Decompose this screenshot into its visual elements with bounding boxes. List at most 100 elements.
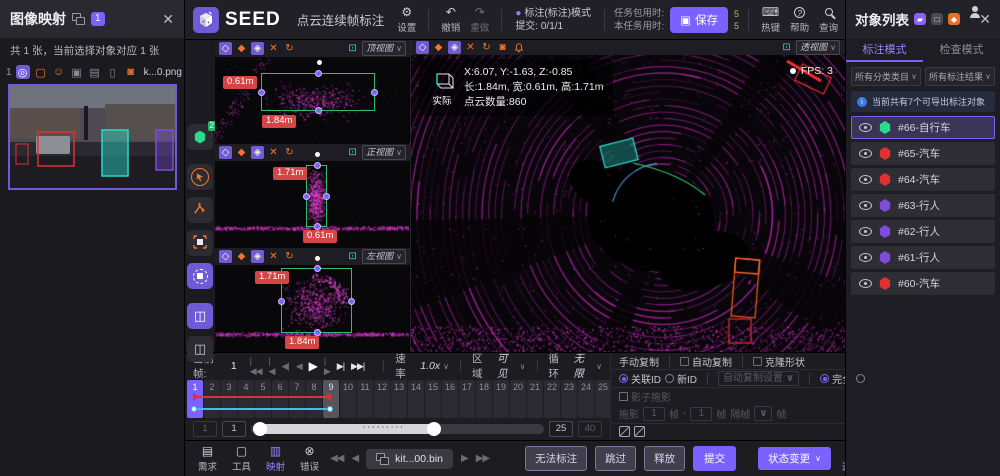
smiley-icon[interactable]: ☺ [52, 65, 66, 79]
frame-cell[interactable]: 2 [204, 380, 220, 418]
folder-icon[interactable]: ▰ [914, 13, 926, 25]
visibility-eye-icon[interactable] [859, 123, 872, 132]
errors-button[interactable]: ⊗ 错误 [297, 445, 322, 473]
interval-select[interactable]: ∨ [754, 406, 772, 421]
redo-button[interactable]: ↷ 重做 [467, 6, 492, 34]
checkbox-icon[interactable]: ▣ [70, 65, 84, 79]
rotate-view-icon[interactable]: ↻ [283, 250, 296, 263]
tab-check-mode[interactable]: 检查模式 [923, 38, 1000, 62]
range-start-box[interactable]: 1 [222, 421, 246, 437]
undo-button[interactable]: ↶ 撤销 [438, 6, 463, 34]
link-id-radio[interactable]: 关联ID [619, 371, 661, 386]
wireframe-cube-icon[interactable]: ◇ [416, 41, 429, 54]
rotate-tool[interactable] [187, 263, 213, 289]
new-id-radio[interactable]: 新ID [665, 371, 697, 386]
top-view-area[interactable]: 0.61m 1.84m [215, 57, 410, 144]
settings-button[interactable]: ⚙ 设置 [394, 6, 419, 34]
perspective-view-select[interactable]: 透视图∨ [796, 40, 840, 55]
visibility-eye-icon[interactable] [859, 175, 872, 184]
square-icon[interactable]: □ [931, 13, 943, 25]
object-list-item[interactable]: #62-行人 [851, 220, 995, 243]
frame-cell[interactable]: 22 [544, 380, 560, 418]
close-icon[interactable]: ✕ [162, 11, 174, 28]
bbox-top-view[interactable] [261, 73, 375, 111]
playback-button[interactable]: ▶| [337, 361, 344, 372]
region-box-icon[interactable]: ◙ [124, 65, 138, 79]
frame-cell[interactable]: 19 [493, 380, 509, 418]
auto-copy-checkbox[interactable]: 自动复制 [680, 354, 732, 369]
frame-cell[interactable]: 13 [391, 380, 407, 418]
focus-icon[interactable]: ⊡ [346, 146, 359, 159]
object-list-item[interactable]: #64-汽车 [851, 168, 995, 191]
visibility-eye-icon[interactable] [859, 253, 872, 262]
edit-disabled-icon[interactable] [619, 426, 630, 437]
frame-cell[interactable]: 15 [425, 380, 441, 418]
frame-cell[interactable]: 14 [408, 380, 424, 418]
help-button[interactable]: ? 帮助 [787, 6, 812, 34]
cuboid-annotate-tool[interactable]: 2 [187, 124, 213, 150]
slider-handle-right[interactable] [427, 422, 441, 436]
delete-box-icon[interactable]: ✕ [267, 250, 280, 263]
trail-end-input[interactable]: 1 [690, 407, 712, 421]
tab-annotate-mode[interactable]: 标注模式 [846, 38, 923, 62]
region-box-icon[interactable]: ◙ [496, 41, 509, 54]
first-file-button[interactable]: ◀◀ [330, 453, 343, 464]
resize-handle[interactable] [314, 265, 321, 272]
visibility-eye-icon[interactable] [859, 201, 872, 210]
playback-button[interactable]: ◀| [281, 361, 288, 372]
status-change-button[interactable]: 状态变更∨ [758, 447, 831, 470]
resize-handle[interactable] [314, 162, 321, 169]
hotkeys-button[interactable]: ⌨ 热键 [758, 6, 783, 34]
last-file-button[interactable]: ▶▶ [476, 453, 489, 464]
category-filter-select[interactable]: 所有分类类目∨ [851, 67, 921, 86]
resize-handle[interactable] [314, 329, 321, 336]
rotate-view-icon[interactable]: ↻ [283, 42, 296, 55]
layout-panels-button[interactable]: ◫ [187, 303, 213, 329]
range-end-box[interactable]: 25 [549, 421, 573, 437]
bbox-left-view[interactable] [281, 268, 352, 333]
target-select-icon[interactable]: ◎ [16, 65, 30, 79]
frame-cell[interactable]: 4 [238, 380, 254, 418]
delete-box-icon[interactable]: ✕ [464, 41, 477, 54]
visibility-eye-icon[interactable] [859, 149, 872, 158]
frame-cell[interactable]: 7 [289, 380, 305, 418]
frame-cell[interactable]: 21 [527, 380, 543, 418]
frame-cell[interactable]: 6 [272, 380, 288, 418]
rotate-view-icon[interactable]: ↻ [480, 41, 493, 54]
playback-button[interactable]: ▶▶| [351, 361, 364, 372]
frame-cell[interactable]: 18 [476, 380, 492, 418]
wireframe-cube-icon[interactable]: ◇ [219, 42, 232, 55]
frame-cell[interactable]: 23 [561, 380, 577, 418]
release-button[interactable]: 释放 [644, 446, 685, 471]
playback-button[interactable]: |◀◀ [250, 356, 262, 377]
solid-cube-icon[interactable]: ◆ [235, 146, 248, 159]
playback-button[interactable]: ◀ [296, 361, 302, 372]
visibility-eye-icon[interactable] [859, 227, 872, 236]
mapping-button[interactable]: ▥ 映射 [263, 445, 288, 473]
bbox-front-view[interactable] [306, 165, 327, 227]
bell-icon[interactable] [512, 41, 525, 54]
resize-handle[interactable] [371, 89, 378, 96]
printer-icon[interactable]: ▤ [88, 65, 102, 79]
frame-cell[interactable]: 24 [578, 380, 594, 418]
camera-image-thumbnail[interactable] [8, 84, 177, 190]
shaded-cube-icon[interactable]: ◈ [251, 250, 264, 263]
range-slider[interactable]: ········· [251, 424, 544, 434]
result-filter-select[interactable]: 所有标注结果∨ [925, 67, 995, 86]
front-view-area[interactable]: 1.71m 0.61m [215, 161, 410, 248]
close-icon[interactable]: ✕ [979, 11, 991, 28]
object-list-item[interactable]: #61-行人 [851, 246, 995, 269]
frame-cell[interactable]: 25 [595, 380, 611, 418]
focus-icon[interactable]: ⊡ [346, 250, 359, 263]
object-list-item[interactable]: #63-行人 [851, 194, 995, 217]
scale-tool[interactable] [187, 230, 213, 256]
resize-handle[interactable] [278, 298, 285, 305]
next-file-button[interactable]: ▶ [461, 453, 468, 464]
resize-handle[interactable] [315, 70, 322, 77]
playback-button[interactable]: ▶ [309, 359, 317, 373]
region-select[interactable]: 可见∨ [497, 351, 525, 381]
frame-cell[interactable]: 3 [221, 380, 237, 418]
frame-cell[interactable]: 11 [357, 380, 373, 418]
front-view-select[interactable]: 正视图∨ [362, 145, 406, 160]
trash-icon[interactable]: ▯ [106, 65, 120, 79]
